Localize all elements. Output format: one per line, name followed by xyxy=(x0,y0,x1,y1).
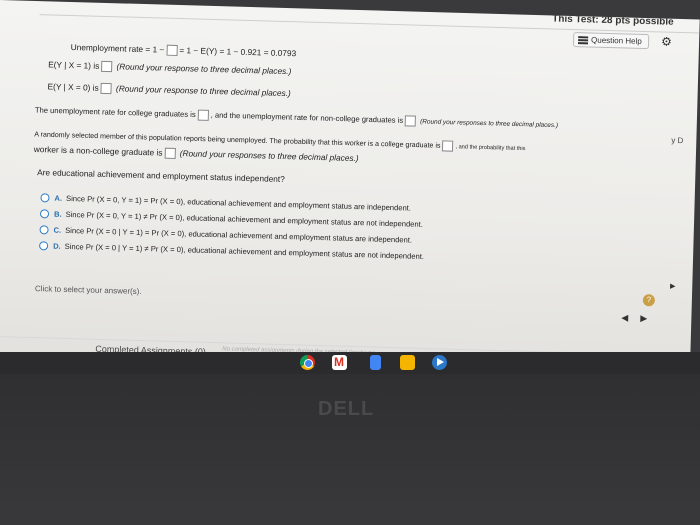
radio-button[interactable] xyxy=(39,225,49,235)
side-letters: y D xyxy=(671,135,684,146)
unemployment-rate-line: Unemployment rate = 1 − = 1 − E(Y) = 1 − … xyxy=(70,41,297,59)
cursor-arrow-icon: ► xyxy=(668,280,678,292)
option-a[interactable]: A. Since Pr (X = 0, Y = 1) = Pr (X = 0),… xyxy=(40,193,411,213)
list-icon xyxy=(578,35,589,44)
e-y-x1-input[interactable] xyxy=(101,61,113,73)
question-help-button[interactable]: Question Help xyxy=(572,32,650,50)
browser-screen: This Test: 28 pts possible Question Help… xyxy=(0,0,700,380)
slides-icon[interactable] xyxy=(400,355,415,370)
dell-logo: DELL xyxy=(318,398,375,420)
laptop-bezel xyxy=(0,374,700,525)
chrome-icon[interactable] xyxy=(300,355,315,370)
radio-button[interactable] xyxy=(39,209,50,219)
noncollege-prob-input[interactable] xyxy=(164,147,176,160)
taskbar-shelf xyxy=(0,352,700,374)
play-store-icon[interactable] xyxy=(432,355,447,370)
radio-button[interactable] xyxy=(40,193,50,203)
help-icon[interactable]: ? xyxy=(642,294,656,307)
noncollege-rate-input[interactable] xyxy=(404,115,417,127)
option-d[interactable]: D. Since Pr (X = 0 | Y = 1) ≠ Pr (X = 0)… xyxy=(39,241,424,261)
next-arrow-icon[interactable]: ▶ xyxy=(640,313,659,324)
radio-button[interactable] xyxy=(39,241,49,251)
independence-question: Are educational achievement and employme… xyxy=(37,167,285,185)
gear-icon[interactable]: ⚙ xyxy=(661,34,672,48)
question-help-label: Question Help xyxy=(590,35,642,46)
college-prob-input[interactable] xyxy=(442,140,454,152)
gmail-icon[interactable] xyxy=(332,355,347,370)
nav-arrows: ◀▶ xyxy=(621,312,659,324)
docs-icon[interactable] xyxy=(370,355,381,370)
unemployment-rate-input[interactable] xyxy=(166,44,178,57)
e-y-x1-line: E(Y | X = 1) is (Round your response to … xyxy=(48,59,292,77)
previous-arrow-icon[interactable]: ◀ xyxy=(621,312,640,323)
unemployment-by-education-line: The unemployment rate for college gradua… xyxy=(34,105,559,130)
e-y-x0-line: E(Y | X = 0) is (Round your response to … xyxy=(47,81,291,99)
option-c[interactable]: C. Since Pr (X = 0 | Y = 1) = Pr (X = 0)… xyxy=(39,225,412,245)
click-hint: Click to select your answer(s). xyxy=(34,284,142,297)
e-y-x0-input[interactable] xyxy=(100,83,112,95)
college-rate-input[interactable] xyxy=(197,109,209,121)
